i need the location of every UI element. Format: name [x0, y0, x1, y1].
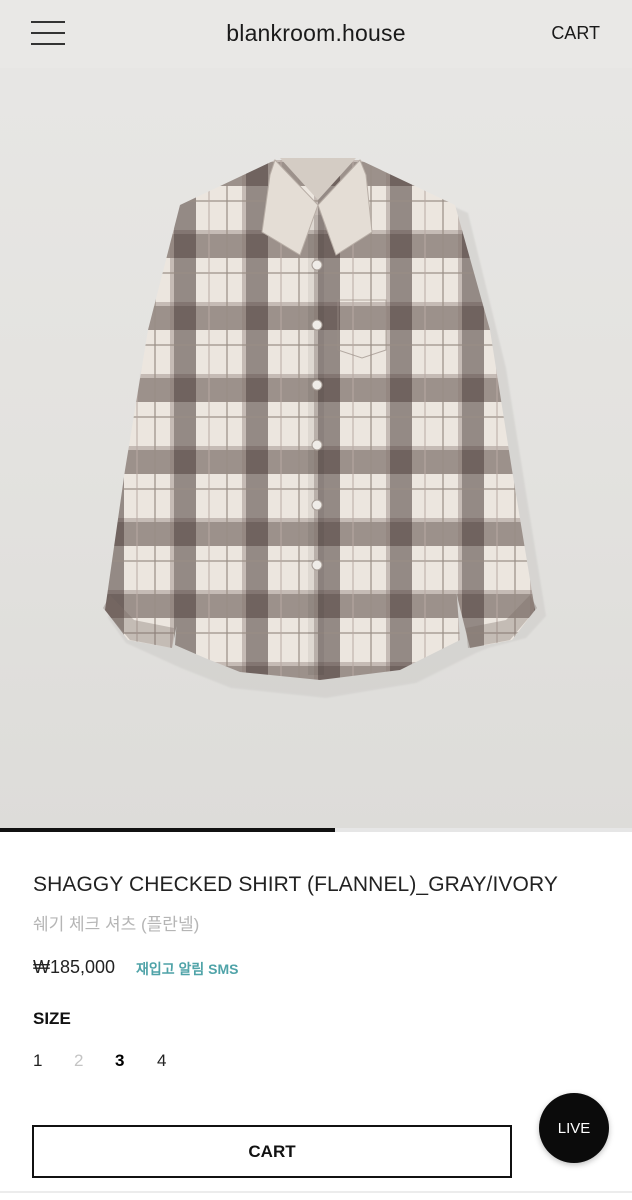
gallery-progress-fill — [0, 828, 335, 832]
size-option-1[interactable]: 1 — [33, 1051, 42, 1071]
shirt-illustration — [103, 158, 546, 698]
site-header: blankroom.house CART — [0, 0, 632, 68]
live-chat-button[interactable]: LIVE — [539, 1093, 609, 1163]
add-to-cart-button[interactable]: CART — [32, 1125, 512, 1178]
size-label: SIZE — [33, 1009, 71, 1028]
size-option-4[interactable]: 4 — [157, 1051, 166, 1071]
product-image[interactable] — [0, 0, 632, 832]
bottom-divider — [0, 1191, 632, 1193]
product-title: SHAGGY CHECKED SHIRT (FLANNEL)_GRAY/IVOR… — [33, 873, 558, 896]
restock-sms-alert-link[interactable]: 재입고 알림 SMS — [136, 959, 239, 979]
size-option-3[interactable]: 3 — [115, 1051, 124, 1071]
header-cart-link[interactable]: CART — [551, 23, 600, 44]
gallery-progress-bar — [0, 828, 632, 832]
site-logo[interactable]: blankroom.house — [0, 20, 632, 47]
size-option-2[interactable]: 2 — [74, 1051, 83, 1071]
product-price: ₩185,000 — [33, 957, 116, 977]
product-title-korean: 쉐기 체크 셔츠 (플란넬) — [33, 915, 200, 934]
